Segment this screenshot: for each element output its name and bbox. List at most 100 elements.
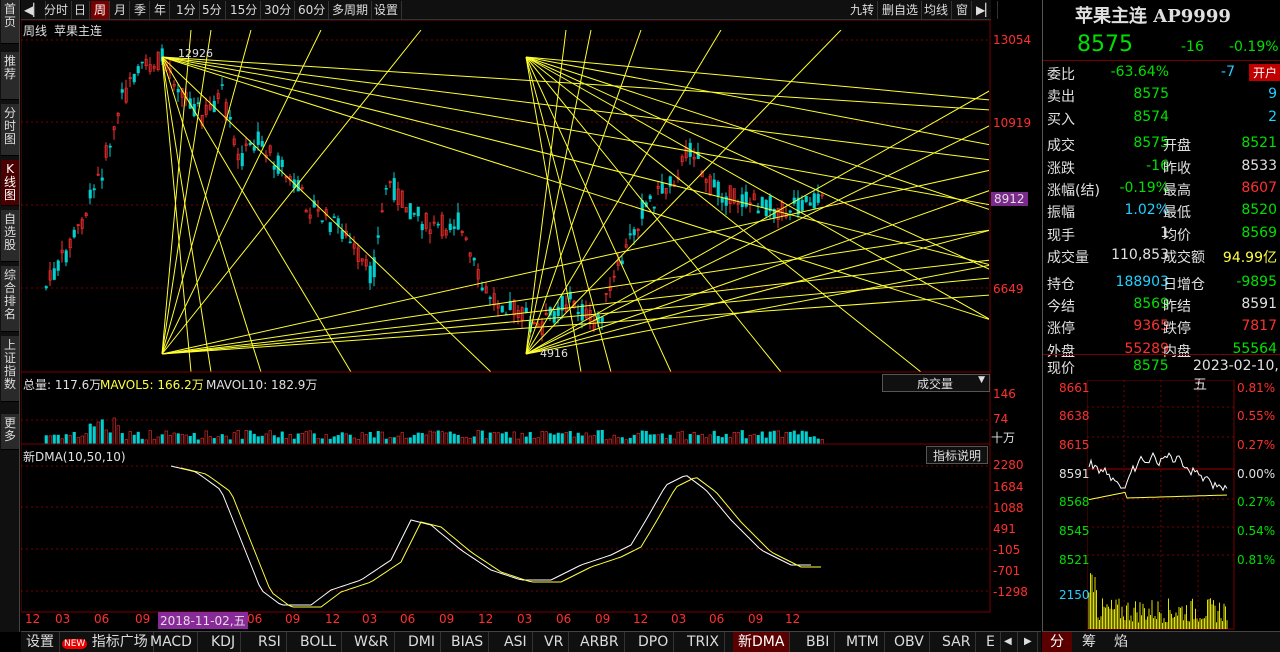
- volume-bar: [108, 432, 112, 445]
- tab-boll[interactable]: BOLL: [295, 632, 342, 652]
- indicator-name: 新DMA(10,50,10): [23, 450, 126, 464]
- volume-tick: 146: [993, 387, 1016, 401]
- volume-bar: [584, 432, 588, 445]
- tab-new-dma[interactable]: 新DMA: [733, 632, 791, 652]
- volume-bar: [624, 439, 628, 445]
- candle-body: [800, 200, 804, 211]
- tab-more-e[interactable]: E: [981, 632, 1001, 652]
- mini-pct-tick: 0.54%: [1237, 524, 1276, 538]
- tab-wr[interactable]: W&R: [349, 632, 395, 652]
- volume-dropdown[interactable]: 成交量 ▼: [882, 374, 990, 392]
- volume-bar: [476, 430, 480, 445]
- x-tick: 09: [285, 612, 301, 626]
- period-month[interactable]: 月: [111, 1, 131, 19]
- nine-turn-button[interactable]: 九转: [847, 1, 879, 19]
- new-badge: NEW: [62, 639, 88, 649]
- period-5min[interactable]: 5分: [199, 1, 226, 19]
- volume-bar: [208, 436, 212, 445]
- volume-bar: [400, 432, 404, 445]
- gann-fan-line: [525, 264, 989, 355]
- sidebar-item-kline[interactable]: K线图: [1, 160, 19, 206]
- tab-sar[interactable]: SAR: [937, 632, 977, 652]
- volume-bar: [176, 433, 180, 445]
- tab-trix[interactable]: TRIX: [682, 632, 725, 652]
- indicator-tabs: 设置 NEW 指标广场 MACD KDJ RSI BOLL W&R DMI BI…: [21, 631, 1041, 652]
- volume-bar: [56, 434, 60, 445]
- remove-watch-button[interactable]: 删自选: [879, 1, 923, 19]
- volume-bar: [548, 433, 552, 445]
- period-60min[interactable]: 60分: [295, 1, 330, 19]
- candle-body: [712, 179, 716, 188]
- volume-bar: [528, 432, 532, 445]
- period-30min[interactable]: 30分: [261, 1, 296, 19]
- tab-asi[interactable]: ASI: [499, 632, 533, 652]
- x-axis: 12 03 06 09 2018-11-02,五 06 09 12 03 06 …: [21, 612, 991, 630]
- kline-chart[interactable]: [21, 20, 991, 632]
- settings-button[interactable]: 设置: [371, 1, 403, 19]
- ma-button[interactable]: 均线: [921, 1, 953, 19]
- indicator-help-button[interactable]: 指标说明: [926, 446, 988, 464]
- tab-settings[interactable]: 设置: [21, 632, 60, 652]
- sidebar-item-recommend[interactable]: 推荐: [1, 52, 19, 100]
- volume-bar: [48, 435, 52, 445]
- tab-bias[interactable]: BIAS: [446, 632, 490, 652]
- sidebar-item-more[interactable]: 更多: [1, 414, 19, 450]
- tab-yan[interactable]: 焰: [1106, 632, 1136, 652]
- candle-body: [648, 195, 652, 200]
- sidebar-item-home[interactable]: 首页: [1, 0, 19, 44]
- tab-mtm[interactable]: MTM: [841, 632, 885, 652]
- open-account-button[interactable]: 开户: [1248, 64, 1280, 81]
- tab-dmi[interactable]: DMI: [403, 632, 441, 652]
- high-annotation: 12926: [178, 47, 213, 60]
- volume-mavol10: MAVOL10: 182.9万: [206, 378, 318, 392]
- volume-bar: [428, 430, 432, 445]
- x-cursor-date: 2018-11-02,五: [158, 612, 248, 629]
- volume-bar: [280, 431, 284, 445]
- period-week[interactable]: 周: [91, 1, 111, 19]
- next-icon[interactable]: ▶▏: [973, 1, 999, 19]
- window-button[interactable]: 窗: [953, 1, 973, 19]
- tab-macd[interactable]: MACD: [145, 632, 198, 652]
- quote-value: 110,853: [1111, 247, 1169, 264]
- volume-bar: [660, 433, 664, 445]
- tab-indicator-plaza[interactable]: NEW 指标广场: [57, 632, 154, 652]
- volume-bar: [404, 437, 408, 445]
- scroll-left-icon[interactable]: ◀: [999, 632, 1018, 652]
- x-tick: 09: [595, 612, 611, 626]
- scroll-right-icon[interactable]: ▶: [1019, 632, 1038, 652]
- intraday-mini-chart[interactable]: [1087, 380, 1235, 630]
- tab-arbr[interactable]: ARBR: [575, 632, 625, 652]
- mini-price-tick: 8545: [1059, 524, 1090, 538]
- period-1min[interactable]: 1分: [173, 1, 200, 19]
- quote-label: 跌停: [1163, 321, 1191, 338]
- tab-dpo[interactable]: DPO: [633, 632, 675, 652]
- sidebar-item-shindex[interactable]: 上证指数: [1, 336, 19, 402]
- sidebar-item-watchlist[interactable]: 自选股: [1, 210, 19, 262]
- tab-rsi[interactable]: RSI: [253, 632, 287, 652]
- sidebar-item-ranking[interactable]: 综合排名: [1, 266, 19, 332]
- candle-body: [524, 307, 528, 313]
- volume-bar: [652, 434, 656, 445]
- tab-bbi[interactable]: BBI: [801, 632, 836, 652]
- volume-bar: [148, 430, 152, 445]
- quote-value: 8521: [1241, 135, 1277, 152]
- period-multi[interactable]: 多周期: [329, 1, 373, 19]
- volume-bar: [516, 438, 520, 445]
- tab-kdj[interactable]: KDJ: [206, 632, 242, 652]
- sidebar-item-timeshare[interactable]: 分时图: [1, 104, 19, 156]
- tab-fen[interactable]: 分: [1042, 632, 1072, 652]
- period-minute[interactable]: 分时: [41, 1, 73, 19]
- period-day[interactable]: 日: [71, 1, 91, 19]
- indicator-tick: -701: [993, 564, 1021, 578]
- candle-body: [132, 73, 136, 83]
- period-year[interactable]: 年: [151, 1, 171, 19]
- tab-chou[interactable]: 筹: [1074, 632, 1104, 652]
- period-15min[interactable]: 15分: [227, 1, 262, 19]
- period-quarter[interactable]: 季: [131, 1, 151, 19]
- tab-vr[interactable]: VR: [539, 632, 570, 652]
- candle-body: [384, 187, 388, 190]
- candle-body: [768, 195, 772, 212]
- quote-row: 涨幅(结) -0.19% 最高 8607: [1045, 178, 1279, 200]
- volume-bar: [740, 430, 744, 445]
- tab-obv[interactable]: OBV: [889, 632, 930, 652]
